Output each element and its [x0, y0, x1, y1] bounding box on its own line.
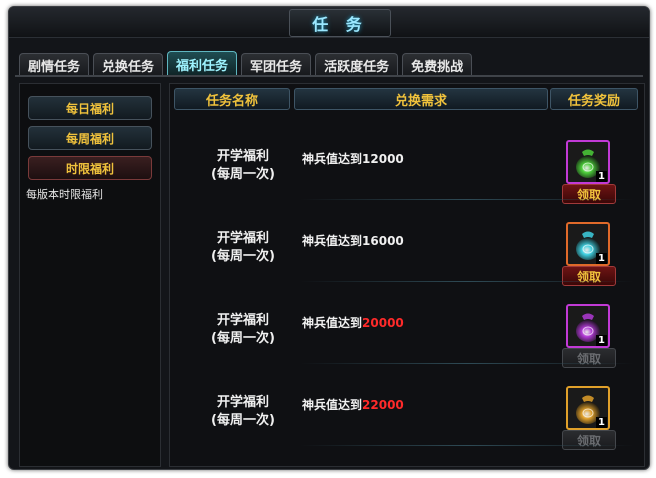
sidebar-item-weekly[interactable]: 每周福利: [28, 126, 152, 150]
requirement-value: 16000: [362, 234, 404, 248]
tab-story[interactable]: 剧情任务: [19, 53, 90, 76]
requirement-label: 神兵值达到: [302, 234, 363, 248]
task-name-line1: 开学福利: [216, 313, 269, 328]
task-requirement: 神兵值达到22000: [302, 396, 404, 413]
reward-count: 1: [596, 417, 607, 428]
requirement-value: 22000: [362, 398, 404, 412]
task-name-line1: 开学福利: [216, 395, 269, 410]
sidebar-description: 每版本时限福利: [26, 188, 103, 201]
tab-divider: [15, 75, 643, 77]
task-row: 开学福利 (每周一次) 神兵值达到22000 1 领取: [170, 364, 644, 450]
task-row: 开学福利 (每周一次) 神兵值达到16000 1 领取: [170, 200, 644, 286]
task-name: 开学福利 (每周一次): [202, 148, 284, 184]
reward-count: 1: [596, 335, 607, 346]
reward-count: 1: [596, 171, 607, 182]
row-divider: [300, 445, 634, 446]
requirement-value: 12000: [362, 152, 404, 166]
task-name: 开学福利 (每周一次): [202, 230, 284, 266]
task-window: 任 务 剧情任务 兑换任务 福利任务 军团任务 活跃度任务 免费挑战 每日福利 …: [8, 6, 650, 470]
task-name: 开学福利 (每周一次): [202, 312, 284, 348]
task-name-line2: (每周一次): [211, 413, 275, 428]
task-row: 开学福利 (每周一次) 神兵值达到20000 1 领取: [170, 282, 644, 368]
task-requirement: 神兵值达到20000: [302, 314, 404, 331]
window-title: 任 务: [312, 15, 368, 34]
sidebar-item-daily[interactable]: 每日福利: [28, 96, 152, 120]
task-name-line1: 开学福利: [216, 149, 269, 164]
reward-item-slot[interactable]: 1: [566, 222, 610, 266]
task-name-line2: (每周一次): [211, 249, 275, 264]
header-reward: 任务奖励: [550, 88, 638, 110]
tab-exchange[interactable]: 兑换任务: [93, 53, 164, 76]
reward-item-slot[interactable]: 1: [566, 140, 610, 184]
tab-activity[interactable]: 活跃度任务: [315, 53, 399, 76]
sidebar: 每日福利 每周福利 时限福利 每版本时限福利: [19, 83, 161, 467]
reward-item-slot[interactable]: 1: [566, 386, 610, 430]
task-name: 开学福利 (每周一次): [202, 394, 284, 430]
header-requirement: 兑换需求: [294, 88, 548, 110]
requirement-label: 神兵值达到: [302, 398, 363, 412]
task-name-line1: 开学福利: [216, 231, 269, 246]
title-plate: 任 务: [289, 9, 391, 37]
reward-item-slot[interactable]: 1: [566, 304, 610, 348]
task-name-line2: (每周一次): [211, 167, 275, 182]
task-row: 开学福利 (每周一次) 神兵值达到12000 1 领取: [170, 118, 644, 204]
title-bar: 任 务: [9, 7, 649, 38]
tab-legion[interactable]: 军团任务: [241, 53, 312, 76]
tab-welfare[interactable]: 福利任务: [167, 51, 238, 76]
requirement-label: 神兵值达到: [302, 152, 363, 166]
task-requirement: 神兵值达到16000: [302, 232, 404, 249]
requirement-label: 神兵值达到: [302, 316, 363, 330]
task-name-line2: (每周一次): [211, 331, 275, 346]
requirement-value: 20000: [362, 316, 404, 330]
reward-count: 1: [596, 253, 607, 264]
task-list-panel: 任务名称 兑换需求 任务奖励 开学福利 (每周一次) 神兵值达到12000 1 …: [169, 83, 645, 467]
tab-free-challenge[interactable]: 免费挑战: [402, 53, 473, 76]
task-requirement: 神兵值达到12000: [302, 150, 404, 167]
tab-bar: 剧情任务 兑换任务 福利任务 军团任务 活跃度任务 免费挑战: [19, 51, 473, 76]
header-task-name: 任务名称: [174, 88, 290, 110]
claim-button[interactable]: 领取: [562, 430, 616, 450]
sidebar-item-limited[interactable]: 时限福利: [28, 156, 152, 180]
